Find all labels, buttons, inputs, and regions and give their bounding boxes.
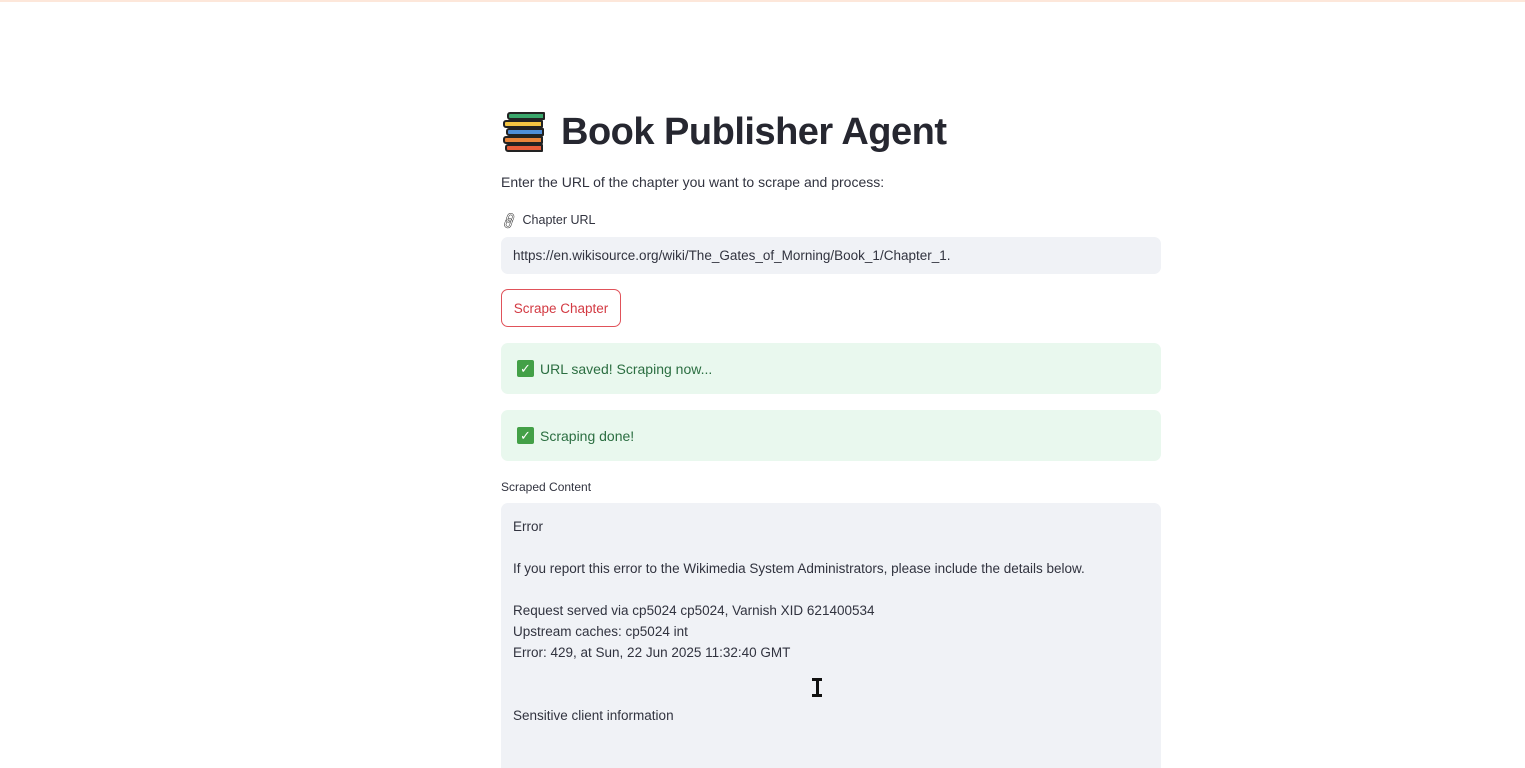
chapter-url-label-text: Chapter URL [522,213,596,227]
content-line: If you report this error to the Wikimedi… [513,561,1085,576]
content-line: Sensitive client information [513,708,674,723]
content-line [513,537,1149,558]
scrape-chapter-button[interactable]: Scrape Chapter [501,289,621,327]
content-line [513,663,1149,684]
check-icon: ✓ [517,427,534,444]
content-line [513,684,1149,705]
intro-text: Enter the URL of the chapter you want to… [501,174,885,190]
scraped-content-label: Scraped Content [501,480,592,494]
main-content: Book Publisher Agent Enter the URL of th… [498,0,1161,768]
text-cursor-icon [811,677,823,697]
content-line: Error: 429, at Sun, 22 Jun 2025 11:32:40… [513,645,791,660]
alert-text: URL saved! Scraping now... [540,360,713,377]
books-icon [501,110,547,154]
content-line: Request served via cp5024 cp5024, Varnis… [513,603,875,618]
content-line: Error [513,519,543,534]
page-header: Book Publisher Agent [501,108,947,156]
link-icon: 🔗︎ [498,209,520,231]
content-line: Upstream caches: cp5024 int [513,624,688,639]
scraped-content-textarea[interactable]: Error If you report this error to the Wi… [501,503,1161,768]
chapter-url-input[interactable] [501,237,1161,274]
success-alert-url-saved: ✓ URL saved! Scraping now... [501,343,1161,394]
success-alert-scraping-done: ✓ Scraping done! [501,410,1161,461]
check-icon: ✓ [517,360,534,377]
chapter-url-label: 🔗︎ Chapter URL [498,209,596,231]
content-line [513,579,1149,600]
page-title: Book Publisher Agent [561,110,947,153]
alert-text: Scraping done! [540,427,635,444]
